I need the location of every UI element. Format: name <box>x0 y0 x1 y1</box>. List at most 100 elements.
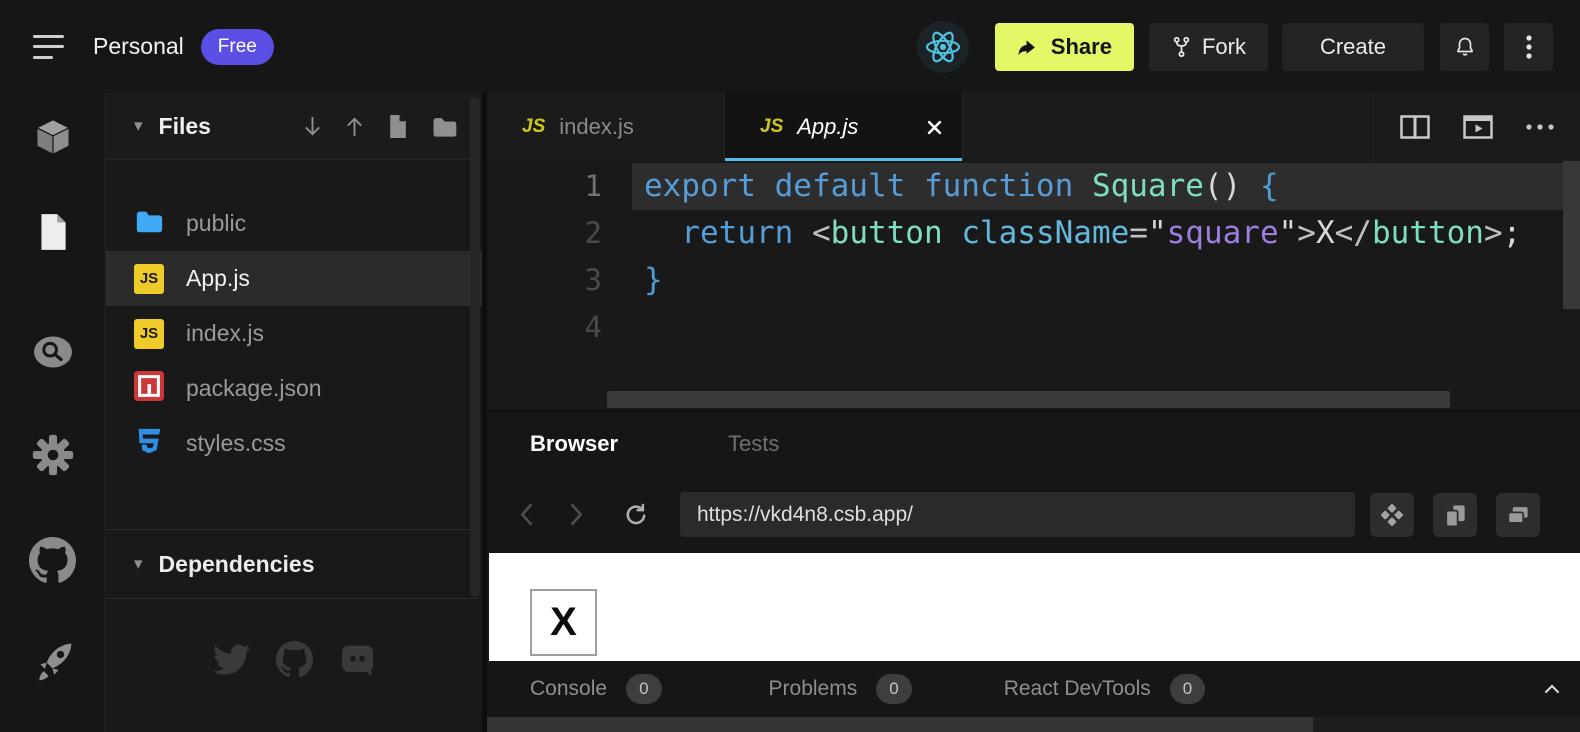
javascript-icon: JS <box>134 264 164 294</box>
new-file-icon[interactable] <box>387 114 408 139</box>
file-label: styles.css <box>186 430 286 457</box>
file-row-package.json[interactable]: package.json <box>106 361 482 416</box>
line-number: 4 <box>487 304 602 351</box>
editor-tab-index.js[interactable]: JS index.js <box>487 93 725 161</box>
javascript-icon: JS <box>760 116 783 138</box>
download-icon[interactable] <box>303 115 322 138</box>
code-line-4 <box>644 304 1580 351</box>
code-editor[interactable]: 1234 export default function Square() { … <box>487 161 1580 410</box>
browser-preview: X <box>489 553 1580 661</box>
settings-button[interactable] <box>28 432 78 478</box>
cube-icon <box>30 114 76 160</box>
line-number: 3 <box>487 257 602 304</box>
files-panel: ▾ Files <box>105 93 482 732</box>
file-row-App.js[interactable]: JS App.js <box>106 251 482 306</box>
file-list: public JS App.js JS index.js package.json styl… <box>106 196 482 471</box>
console-bar: Console0 Problems 0 React DevTools 0 <box>487 661 1580 717</box>
tab-label: index.js <box>559 114 634 140</box>
console-tab-problems[interactable]: Problems 0 <box>769 674 912 704</box>
open-new-window-icon[interactable] <box>1433 493 1477 537</box>
kebab-menu-icon <box>1525 34 1533 60</box>
github-icon[interactable] <box>276 641 313 678</box>
editor-tab-App.js[interactable]: JSApp.js <box>725 93 963 161</box>
share-arrow-icon <box>1017 35 1040 58</box>
upload-icon[interactable] <box>345 115 364 138</box>
file-icon <box>32 211 74 253</box>
react-logo-icon <box>917 21 969 73</box>
file-label: index.js <box>186 320 264 347</box>
file-row-index.js[interactable]: JS index.js <box>106 306 482 361</box>
dependencies-header: ▾ Dependencies <box>106 529 482 599</box>
plan-badge: Free <box>201 29 274 65</box>
files-scrollbar[interactable] <box>470 97 480 597</box>
javascript-icon: JS <box>522 116 545 138</box>
more-options-button[interactable] <box>1504 23 1553 71</box>
url-input[interactable] <box>680 492 1355 537</box>
browser-tab-tests[interactable]: Tests <box>728 431 779 457</box>
share-button-label: Share <box>1051 34 1112 60</box>
count-badge: 0 <box>1170 674 1205 704</box>
bell-icon <box>1453 35 1477 59</box>
files-panel-button[interactable] <box>28 209 78 255</box>
file-label: App.js <box>186 265 250 292</box>
chevron-up-icon[interactable] <box>1544 684 1560 694</box>
bottom-scrollbar[interactable] <box>487 717 1313 732</box>
editor-tabbar: JS index.js JSApp.js <box>487 93 1580 161</box>
duplicate-view-icon[interactable] <box>1496 493 1540 537</box>
notifications-button[interactable] <box>1440 23 1489 71</box>
more-actions-icon[interactable] <box>1526 124 1554 130</box>
console-tab-label: Problems <box>769 677 858 701</box>
code-line-1: export default function Square() { <box>644 163 1580 210</box>
discord-icon[interactable] <box>339 641 376 678</box>
split-view-icon[interactable] <box>1400 115 1430 139</box>
github-icon <box>29 537 76 584</box>
workspace-title: Personal <box>93 33 184 60</box>
twitter-icon[interactable] <box>213 641 250 678</box>
npm-icon <box>134 371 164 406</box>
code-line-2: return <button className="square">X</but… <box>644 210 1580 257</box>
deployment-button[interactable] <box>28 639 78 685</box>
activity-rail <box>0 93 105 732</box>
gutter: 1234 <box>487 163 602 351</box>
file-row-public[interactable]: public <box>106 196 482 251</box>
preview-window-icon[interactable] <box>1463 115 1493 139</box>
javascript-icon: JS <box>134 319 164 349</box>
dependencies-title: Dependencies <box>159 551 315 578</box>
console-tab-react-devtools[interactable]: React DevTools 0 <box>1004 674 1206 704</box>
fork-icon <box>1171 35 1192 58</box>
top-header: Personal Free Share Fork Create <box>0 0 1580 93</box>
github-panel-button[interactable] <box>28 537 78 583</box>
console-tab-label: React DevTools <box>1004 677 1151 701</box>
browser-panel: Browser Tests <box>487 410 1580 732</box>
share-button[interactable]: Share <box>995 23 1134 71</box>
horizontal-scrollbar[interactable] <box>607 391 1450 408</box>
back-chevron-icon[interactable] <box>520 503 533 526</box>
fork-button[interactable]: Fork <box>1149 23 1268 71</box>
browser-tabs: Browser Tests <box>487 412 1580 476</box>
hamburger-menu-button[interactable] <box>33 35 66 59</box>
search-icon <box>30 329 76 375</box>
refresh-icon[interactable] <box>623 502 648 527</box>
file-label: package.json <box>186 375 322 402</box>
create-button-label: Create <box>1320 34 1386 60</box>
diamond-grid-icon[interactable] <box>1370 493 1414 537</box>
browser-tab-browser[interactable]: Browser <box>530 431 618 457</box>
folder-icon <box>134 206 164 241</box>
close-icon[interactable] <box>927 120 942 135</box>
chevron-down-icon[interactable]: ▾ <box>134 554 143 574</box>
social-links <box>106 641 482 678</box>
search-button[interactable] <box>28 329 78 375</box>
fork-button-label: Fork <box>1202 34 1246 60</box>
sandbox-info-button[interactable] <box>28 114 78 160</box>
files-panel-header: ▾ Files <box>106 93 482 160</box>
vertical-scrollbar[interactable] <box>1563 161 1580 309</box>
count-badge: 0 <box>876 674 911 704</box>
create-button[interactable]: Create <box>1282 23 1424 71</box>
bottom-scroll-track <box>487 717 1580 732</box>
chevron-down-icon[interactable]: ▾ <box>134 116 143 136</box>
square-button[interactable]: X <box>530 589 597 656</box>
forward-chevron-icon[interactable] <box>570 503 583 526</box>
new-folder-icon[interactable] <box>431 113 458 140</box>
console-tab-console[interactable]: Console0 <box>530 674 662 704</box>
file-row-styles.css[interactable]: styles.css <box>106 416 482 471</box>
